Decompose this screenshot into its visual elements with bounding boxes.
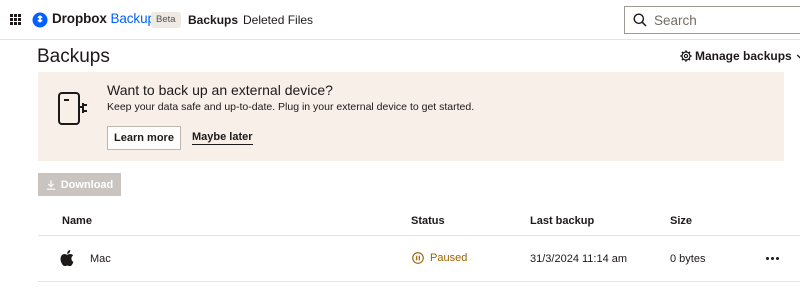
manage-backups-button[interactable]: Manage backups — [680, 49, 800, 63]
last-backup-cell: 31/3/2024 11:14 am — [530, 253, 628, 265]
brand-dropbox-text: Dropbox — [52, 11, 107, 26]
download-label: Download — [60, 178, 114, 191]
download-button[interactable]: Download — [38, 173, 121, 196]
download-icon — [46, 180, 55, 190]
top-bar: Dropbox Backup Beta Backups Deleted File… — [0, 0, 800, 40]
banner-title: Want to back up an external device? — [107, 82, 333, 98]
brand-name: Dropbox Backup — [52, 11, 155, 26]
size-cell: 0 bytes — [670, 253, 706, 265]
nav-backups[interactable]: Backups — [188, 13, 238, 27]
page-title: Backups — [37, 46, 110, 67]
column-header-size[interactable]: Size — [670, 215, 692, 227]
brand-product-text: Backup — [110, 11, 155, 26]
app-grid-icon[interactable] — [10, 14, 21, 25]
learn-more-button[interactable]: Learn more — [107, 126, 181, 150]
search-input[interactable] — [654, 12, 794, 28]
column-header-last-backup[interactable]: Last backup — [530, 215, 594, 227]
manage-backups-label: Manage backups — [695, 49, 792, 63]
row-name: Mac — [90, 253, 111, 265]
maybe-later-button[interactable]: Maybe later — [192, 131, 253, 145]
search-box[interactable] — [624, 6, 800, 34]
dropbox-logo-icon[interactable] — [32, 12, 48, 28]
more-options-icon[interactable] — [762, 250, 782, 266]
gear-icon — [680, 50, 692, 62]
external-device-icon — [58, 92, 87, 125]
beta-badge: Beta — [151, 12, 181, 28]
column-header-status[interactable]: Status — [411, 215, 445, 227]
nav-deleted-files[interactable]: Deleted Files — [243, 13, 313, 27]
chevron-down-icon — [796, 54, 800, 59]
status-text: Paused — [430, 252, 468, 264]
pause-icon — [412, 252, 424, 264]
apple-icon — [60, 250, 74, 266]
search-icon — [633, 13, 647, 27]
external-device-banner: Want to back up an external device? Keep… — [38, 72, 784, 161]
column-header-name[interactable]: Name — [62, 215, 92, 227]
banner-description: Keep your data safe and up-to-date. Plug… — [107, 101, 475, 113]
table-row[interactable]: Mac Paused 31/3/2024 11:14 am 0 bytes — [38, 236, 800, 282]
status-cell: Paused — [412, 252, 467, 264]
